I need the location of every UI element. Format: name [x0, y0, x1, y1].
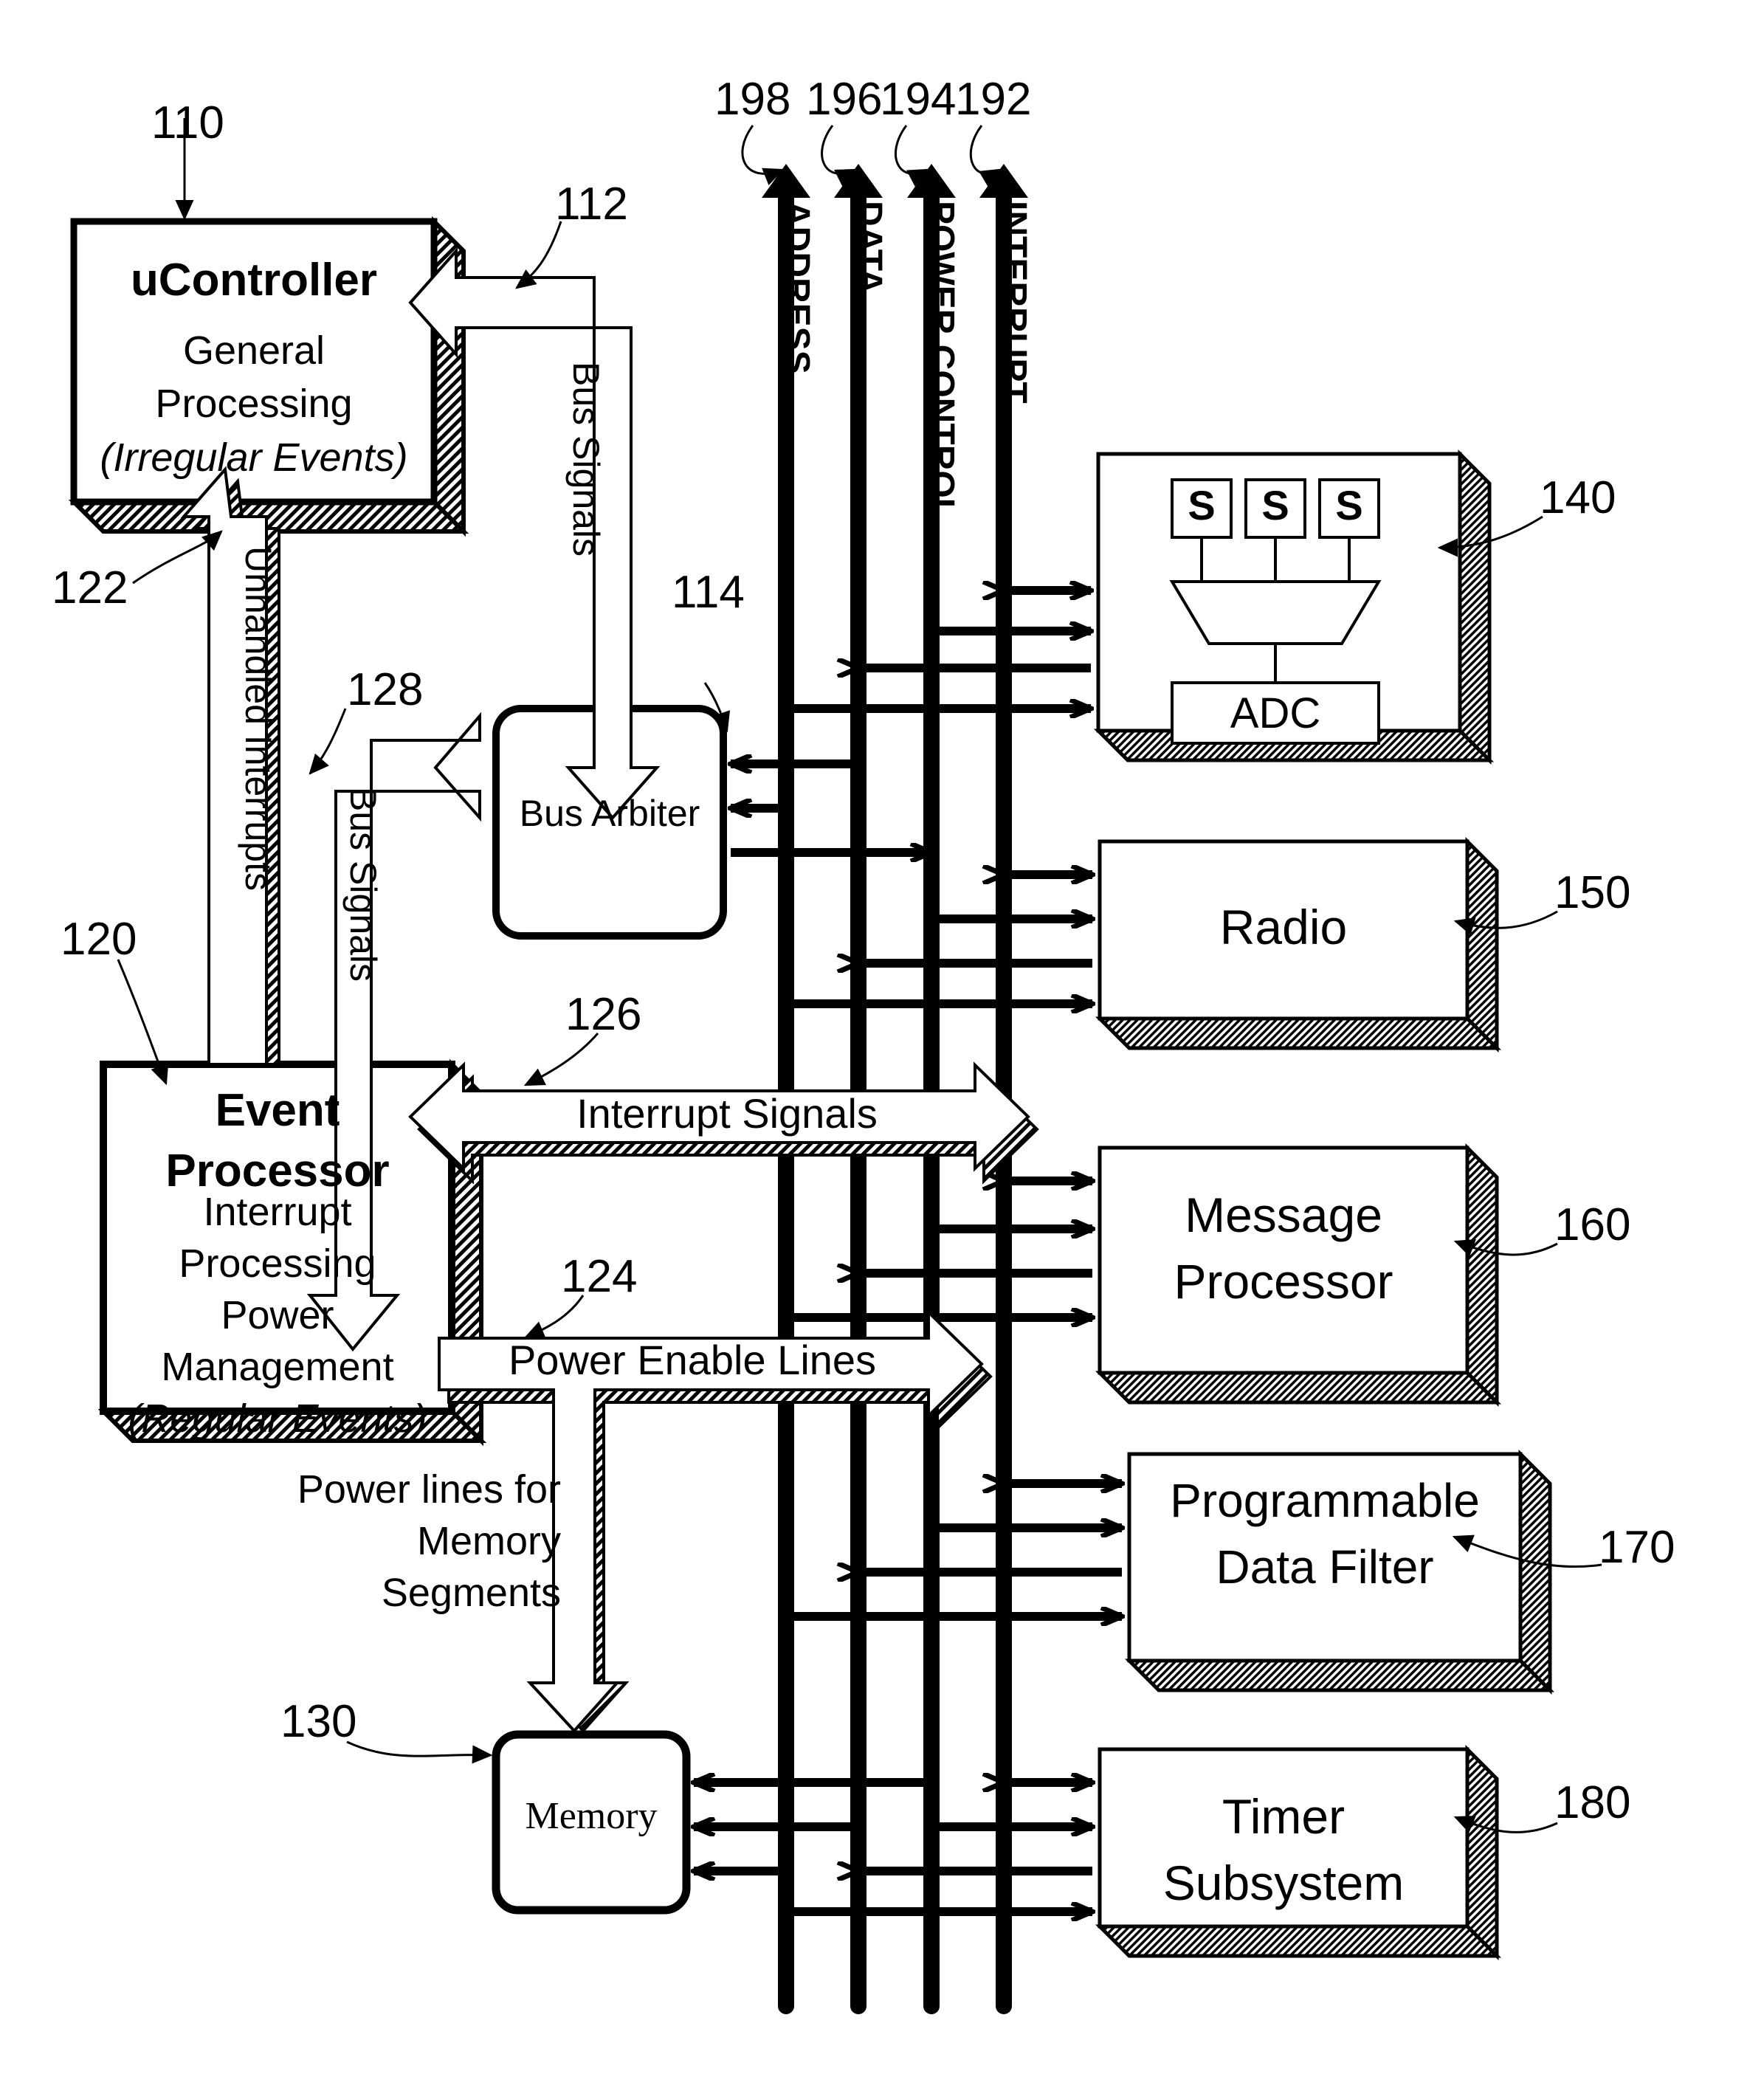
ref-194: 194	[880, 74, 957, 125]
ref-160: 160	[1554, 1199, 1631, 1250]
ref-122: 122	[52, 562, 128, 613]
bus-top-arrowheads	[762, 164, 1028, 198]
power-memory-line1: Power lines for	[297, 1467, 561, 1512]
ref-126: 126	[565, 989, 642, 1040]
event-processor-line1: Interrupt	[203, 1190, 352, 1234]
ucontroller-line2: Processing	[155, 382, 353, 426]
bus-signals-lower-label: Bus Signals	[342, 787, 384, 982]
ref-112: 112	[555, 179, 628, 230]
bus-signals-upper-label: Bus Signals	[565, 362, 607, 557]
ref-110: 110	[151, 97, 224, 148]
bus-ref-leaders	[741, 125, 1002, 187]
ucontroller-title: uController	[130, 255, 378, 306]
ucontroller-line3: (Irregular Events)	[100, 435, 408, 480]
ref-130: 130	[280, 1696, 357, 1747]
bus-label-power-control: POWER CONTROL	[922, 201, 961, 520]
ref-124: 124	[561, 1251, 638, 1302]
adc-label: ADC	[1230, 689, 1321, 737]
ref-140: 140	[1540, 472, 1616, 523]
bus-peripheral-connectors	[694, 590, 1122, 1912]
ref-198: 198	[714, 74, 791, 125]
bus-label-address: ADDRESS	[777, 201, 816, 374]
sensor-label-1: S	[1188, 482, 1216, 528]
event-processor-line5: (Regular Events)	[128, 1396, 427, 1441]
message-processor-line2: Processor	[1174, 1254, 1393, 1309]
bus-label-interrupt: INTERRUPT	[994, 201, 1033, 404]
power-memory-line2: Memory	[416, 1519, 561, 1563]
data-filter-line1: Programmable	[1170, 1474, 1480, 1527]
diagram-vector-layer	[68, 118, 1602, 2014]
radio-label: Radio	[1219, 900, 1348, 954]
ref-196: 196	[806, 74, 883, 125]
ref-180: 180	[1554, 1777, 1631, 1828]
memory-label: Memory	[525, 1795, 658, 1837]
event-processor-title1: Event	[215, 1085, 340, 1136]
leader-126	[523, 1033, 599, 1086]
data-filter-line2: Data Filter	[1216, 1540, 1434, 1594]
leader-128	[309, 708, 347, 775]
event-processor-line4: Management	[161, 1345, 394, 1389]
leader-130	[346, 1740, 493, 1764]
ref-114: 114	[672, 567, 745, 618]
event-processor-line3: Power	[221, 1293, 334, 1337]
power-enable-lines-label: Power Enable Lines	[508, 1337, 877, 1383]
timer-line2: Subsystem	[1162, 1856, 1405, 1910]
ref-120: 120	[61, 914, 137, 965]
interrupt-signals-label: Interrupt Signals	[576, 1090, 878, 1137]
ref-170: 170	[1599, 1522, 1675, 1573]
analog-mux-shape	[1169, 580, 1382, 645]
timer-line1: Timer	[1222, 1789, 1346, 1844]
figure-canvas: 110 112 114 122 128 120 126 124 130 140 …	[0, 0, 1764, 2091]
sensor-label-3: S	[1335, 482, 1363, 528]
bus-arbiter-label: Bus Arbiter	[519, 793, 700, 834]
ref-192: 192	[955, 74, 1032, 125]
power-memory-line3: Segments	[381, 1571, 561, 1615]
unhandled-interrupts-label: Unhandled Interrupts	[238, 546, 279, 891]
bus-label-data: DATA	[850, 201, 889, 294]
sensor-label-2: S	[1261, 482, 1289, 528]
ucontroller-line1: General	[182, 328, 325, 373]
ref-150: 150	[1554, 867, 1631, 918]
message-processor-line1: Message	[1185, 1188, 1382, 1242]
event-processor-line2: Processing	[179, 1241, 376, 1286]
ref-128: 128	[347, 664, 424, 715]
